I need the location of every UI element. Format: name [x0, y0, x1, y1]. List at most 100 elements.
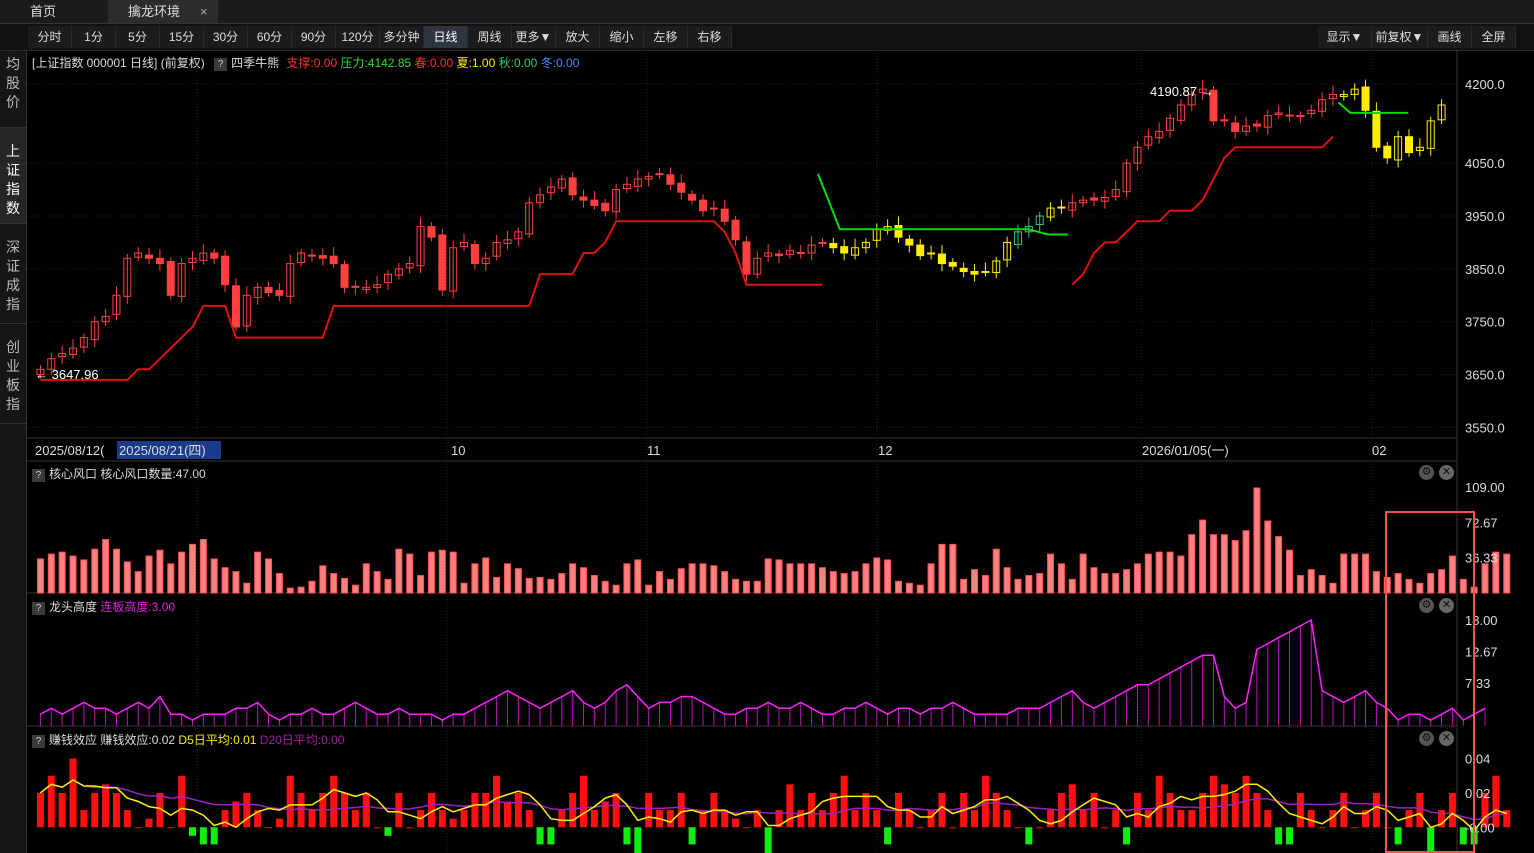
period-button[interactable]: 缩小 [600, 26, 644, 48]
wind-bar [808, 563, 816, 594]
wind-bar [373, 571, 381, 594]
tab-qinlong-label: 擒龙环境 [128, 4, 181, 19]
period-button[interactable]: 5分 [116, 26, 160, 48]
wind-bar [493, 576, 501, 594]
period-button[interactable]: 放大 [556, 26, 600, 48]
wind-bar [1427, 573, 1435, 594]
y-tick-label: 3850.0 [1465, 262, 1505, 277]
tab-qinlong[interactable]: 擒龙环境 × [108, 0, 218, 23]
candle-body [720, 208, 729, 222]
sidebar-item-chinext[interactable]: 创业板指 [0, 324, 26, 424]
effect-bar [503, 801, 511, 828]
y-tick-label: 3550.0 [1465, 420, 1505, 435]
effect-bar [449, 818, 457, 828]
effect-bar [1340, 792, 1348, 828]
wind-bar [1101, 573, 1109, 594]
period-button[interactable]: 周线 [468, 26, 512, 48]
y-tick-label: -0.00 [1465, 820, 1495, 835]
wind-bar [58, 551, 66, 594]
period-button[interactable]: 120分 [336, 26, 380, 48]
wind-bar [1090, 567, 1098, 594]
y-tick-label: 12.67 [1465, 644, 1498, 659]
effect-bar [873, 810, 881, 828]
x-tick-label: 12 [878, 443, 892, 458]
candle-body [948, 262, 957, 267]
tab-home[interactable]: 首页 [0, 0, 106, 23]
wind-bar [319, 565, 327, 594]
effect-bar [308, 810, 316, 828]
wind-bar [840, 573, 848, 594]
wind-bar [1307, 569, 1315, 594]
period-button[interactable]: 左移 [644, 26, 688, 48]
y-tick-label: 7.33 [1465, 676, 1490, 691]
wind-bar [1057, 563, 1065, 594]
wind-bar [1481, 563, 1489, 594]
candle-body [438, 234, 447, 291]
period-button[interactable]: 日线 [424, 26, 468, 48]
wind-bar [1003, 567, 1011, 594]
x-tick-label: 2026/01/05(一) [1142, 443, 1229, 458]
effect-bar [558, 810, 566, 828]
period-button[interactable]: 分时 [28, 26, 72, 48]
candle-body [1404, 136, 1413, 154]
display-button[interactable]: 全屏 [1472, 26, 1516, 48]
period-button[interactable]: 60分 [248, 26, 292, 48]
wind-bar [645, 584, 653, 594]
wind-bar [1351, 553, 1359, 594]
wind-bar [764, 558, 772, 594]
wind-bar [981, 574, 989, 594]
candle-body [927, 252, 936, 255]
effect-bar [840, 775, 848, 828]
effect-bar [210, 827, 218, 845]
wind-bar [1166, 551, 1174, 594]
wind-bar [232, 571, 240, 594]
effect-bar [1068, 784, 1076, 828]
effect-bar [47, 775, 55, 828]
candle-body [1285, 114, 1294, 117]
chart-canvas[interactable]: 4190.87 → ← 3647.96 4200.0 4050.0 3950.0 385… [27, 50, 1534, 853]
candle-body [840, 246, 849, 254]
effect-bar [80, 810, 88, 828]
y-tick-label: 4200.0 [1465, 77, 1505, 92]
wind-bar [47, 553, 55, 594]
effect-bar [916, 827, 924, 829]
sidebar-item-shenzhen[interactable]: 深证成指 [0, 224, 26, 324]
candle-body [318, 255, 327, 259]
wind-bar [1047, 553, 1055, 594]
effect-bar [666, 810, 674, 828]
display-button[interactable]: 前复权▼ [1372, 26, 1428, 48]
wind-bar [254, 551, 262, 594]
wind-bar [1155, 551, 1163, 594]
effect-bar [1318, 827, 1326, 829]
wind-bar [80, 559, 88, 594]
effect-bar [471, 792, 479, 828]
period-button[interactable]: 90分 [292, 26, 336, 48]
candle-body [1220, 119, 1229, 122]
period-button[interactable]: 1分 [72, 26, 116, 48]
wind-bar [862, 563, 870, 594]
effect-bar [797, 810, 805, 828]
sidebar-item-shanghai[interactable]: 上证指数 [0, 128, 26, 224]
effect-bar [612, 792, 620, 828]
period-button[interactable]: 多分钟 [380, 26, 424, 48]
period-button[interactable]: 30分 [204, 26, 248, 48]
candle-body [655, 173, 664, 176]
wind-bar [829, 571, 837, 594]
x-tick-label: 10 [451, 443, 465, 458]
tab-bar: 首页 擒龙环境 × [0, 0, 1534, 24]
effect-bar [547, 827, 555, 845]
wind-bar [1503, 553, 1511, 594]
wind-bar [1448, 555, 1456, 594]
effect-bar [732, 818, 740, 828]
wind-bar [1340, 553, 1348, 594]
candle-body [1057, 206, 1066, 209]
effect-bar [1394, 827, 1402, 845]
display-button[interactable]: 显示▼ [1318, 26, 1372, 48]
effect-bar [36, 792, 44, 828]
close-icon[interactable]: × [200, 0, 208, 23]
display-button[interactable]: 画线 [1428, 26, 1472, 48]
period-button[interactable]: 更多▼ [512, 26, 556, 48]
period-button[interactable]: 右移 [688, 26, 732, 48]
period-button[interactable]: 15分 [160, 26, 204, 48]
effect-bar [102, 784, 110, 828]
